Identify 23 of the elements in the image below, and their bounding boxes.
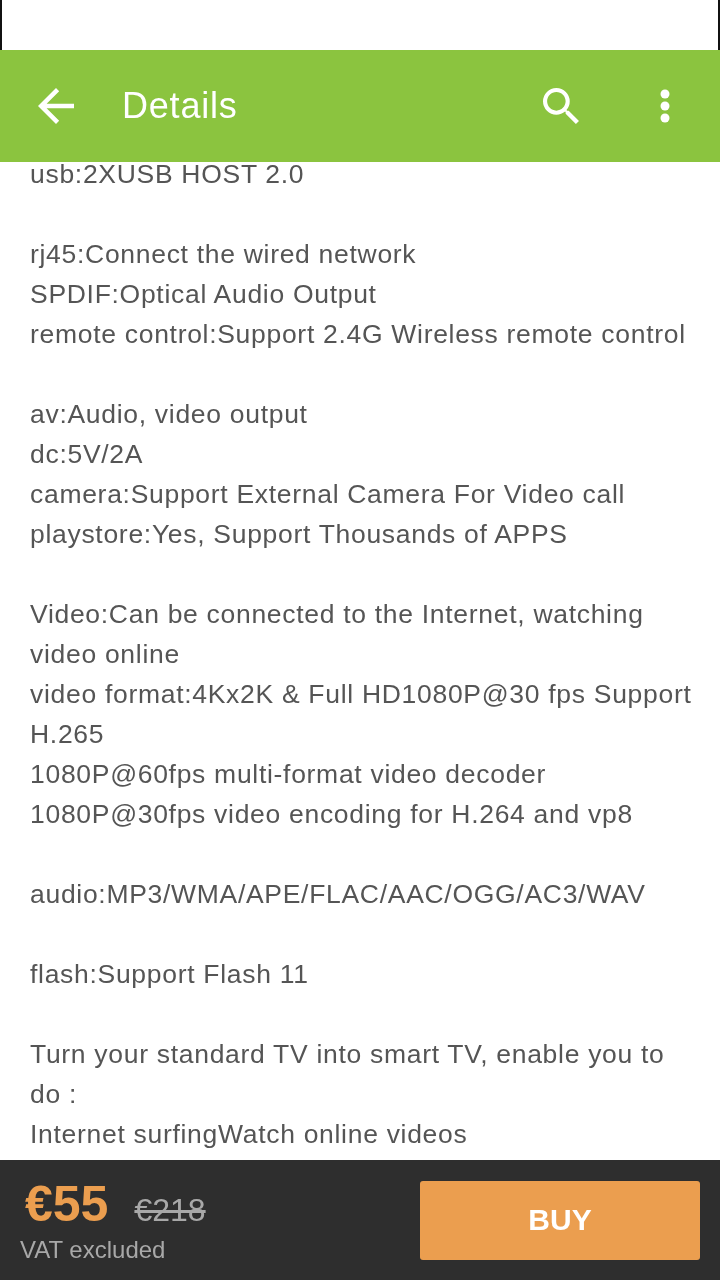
spec-text: usb:2XUSB HOST 2.0 [30, 162, 306, 186]
spec-text: SPDIF:Optical Audio Output [30, 278, 378, 311]
spec-text: flash:Support Flash 11 [30, 958, 310, 991]
toolbar-title: Details [122, 85, 238, 127]
spec-text: rj45:Connect the wired network [30, 238, 418, 271]
old-price: €218 [134, 1192, 206, 1229]
spec-text: 1080P@60fps multi-format video decoder [30, 758, 548, 791]
spec-text: dc:5V/2A [30, 438, 145, 471]
spec-text: remote control:Support 2.4G Wireless remote control [30, 318, 687, 351]
spec-text: Internet surfingWatch online videos [30, 1118, 469, 1151]
spec-text: video format:4Kx2K & Full HD1080P@30 fps Support H.265 [30, 678, 693, 751]
spec-text: 1080P@30fps video encoding for H.264 and vp8 [30, 798, 634, 831]
spec-text: Turn your standard TV into smart TV, enable you to do : [30, 1038, 666, 1111]
search-icon[interactable] [543, 88, 579, 124]
spec-text: audio:MP3/WMA/APE/FLAC/AAC/OGG/AC3/WAV [30, 878, 647, 911]
vat-note: VAT excluded [20, 1236, 166, 1264]
spec-text: av:Audio, video output [30, 398, 309, 431]
buy-button[interactable]: BUY [420, 1180, 700, 1260]
more-options-icon[interactable] [659, 89, 671, 123]
price: €55 [25, 1176, 109, 1232]
spec-text: playstore:Yes, Support Thousands of APPS [30, 518, 569, 551]
back-arrow-icon[interactable] [38, 88, 74, 124]
spec-text: camera:Support External Camera For Video call [30, 478, 627, 511]
